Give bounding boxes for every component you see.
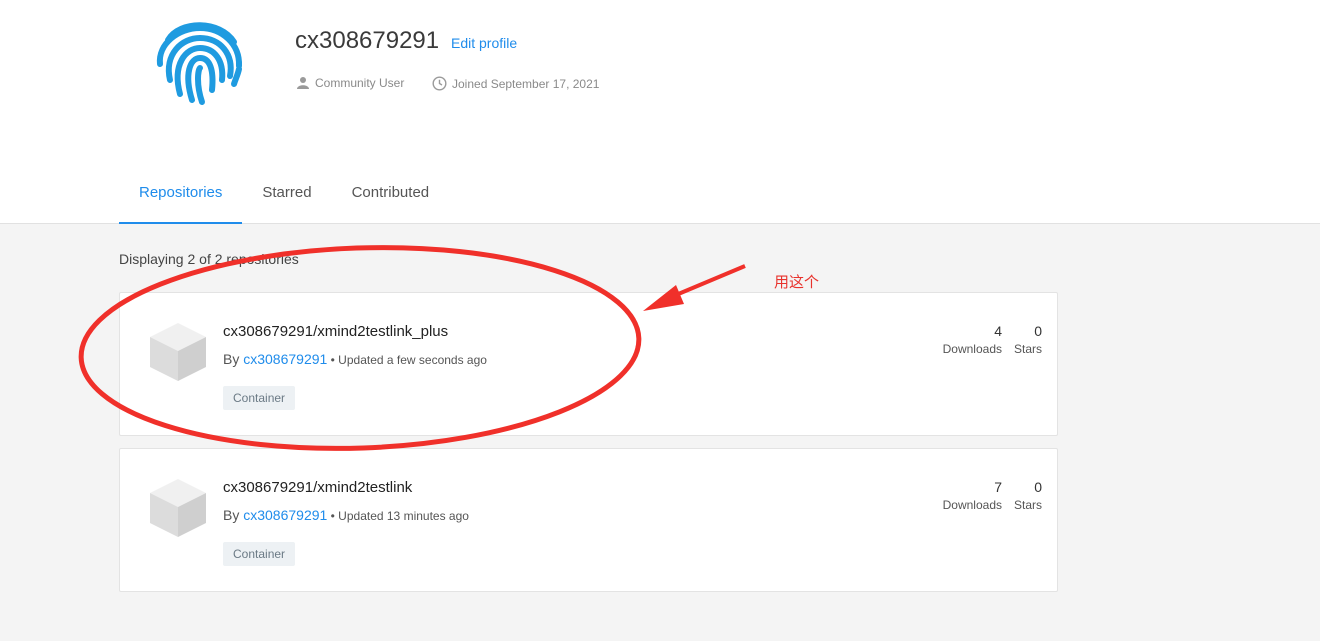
- stars-count: 0: [1034, 479, 1042, 495]
- downloads-label: Downloads: [942, 498, 1002, 512]
- repository-byline: By cx308679291 • Updated 13 minutes ago: [223, 507, 469, 523]
- clock-icon: [432, 76, 447, 91]
- tab-repositories[interactable]: Repositories: [119, 168, 243, 224]
- downloads-count: 4: [994, 323, 1002, 339]
- repository-card[interactable]: cx308679291/xmind2testlink_plus By cx308…: [119, 292, 1058, 436]
- stars-stat: 0 Stars: [1014, 323, 1042, 356]
- stars-count: 0: [1034, 323, 1042, 339]
- downloads-stat: 7 Downloads: [943, 479, 1002, 512]
- cube-icon: [148, 321, 208, 383]
- profile-header: cx308679291 Edit profile Community User …: [0, 0, 1320, 224]
- owner-link[interactable]: cx308679291: [243, 507, 327, 523]
- repository-name[interactable]: cx308679291/xmind2testlink: [223, 479, 412, 496]
- repository-count: Displaying 2 of 2 repositories: [119, 251, 299, 267]
- profile-role: Community User: [296, 76, 404, 90]
- role-label: Community User: [315, 76, 405, 90]
- downloads-label: Downloads: [942, 342, 1002, 356]
- profile-username: cx308679291: [295, 27, 440, 54]
- updated-text: • Updated a few seconds ago: [327, 353, 487, 367]
- repository-byline: By cx308679291 • Updated a few seconds a…: [223, 351, 487, 367]
- edit-profile-link[interactable]: Edit profile: [451, 35, 517, 51]
- tab-contributed[interactable]: Contributed: [332, 168, 450, 224]
- joined-label: Joined September 17, 2021: [452, 76, 600, 91]
- tab-starred[interactable]: Starred: [242, 168, 331, 224]
- by-prefix: By: [223, 507, 244, 523]
- user-icon: [296, 76, 310, 90]
- repository-name[interactable]: cx308679291/xmind2testlink_plus: [223, 323, 448, 340]
- updated-text: • Updated 13 minutes ago: [327, 509, 469, 523]
- cube-icon: [148, 477, 208, 539]
- stars-label: Stars: [1013, 342, 1042, 356]
- container-badge: Container: [223, 542, 296, 566]
- profile-joined: Joined September 17, 2021: [432, 76, 599, 91]
- downloads-count: 7: [994, 479, 1002, 495]
- stars-label: Stars: [1013, 498, 1042, 512]
- downloads-stat: 4 Downloads: [943, 323, 1002, 356]
- annotation-text: 用这个: [774, 273, 820, 291]
- stars-stat: 0 Stars: [1014, 479, 1042, 512]
- by-prefix: By: [223, 351, 244, 367]
- container-badge: Container: [223, 386, 296, 410]
- repository-card[interactable]: cx308679291/xmind2testlink By cx30867929…: [119, 448, 1058, 592]
- fingerprint-icon: [150, 14, 250, 106]
- profile-tabs: Repositories Starred Contributed: [119, 168, 449, 224]
- owner-link[interactable]: cx308679291: [243, 351, 327, 367]
